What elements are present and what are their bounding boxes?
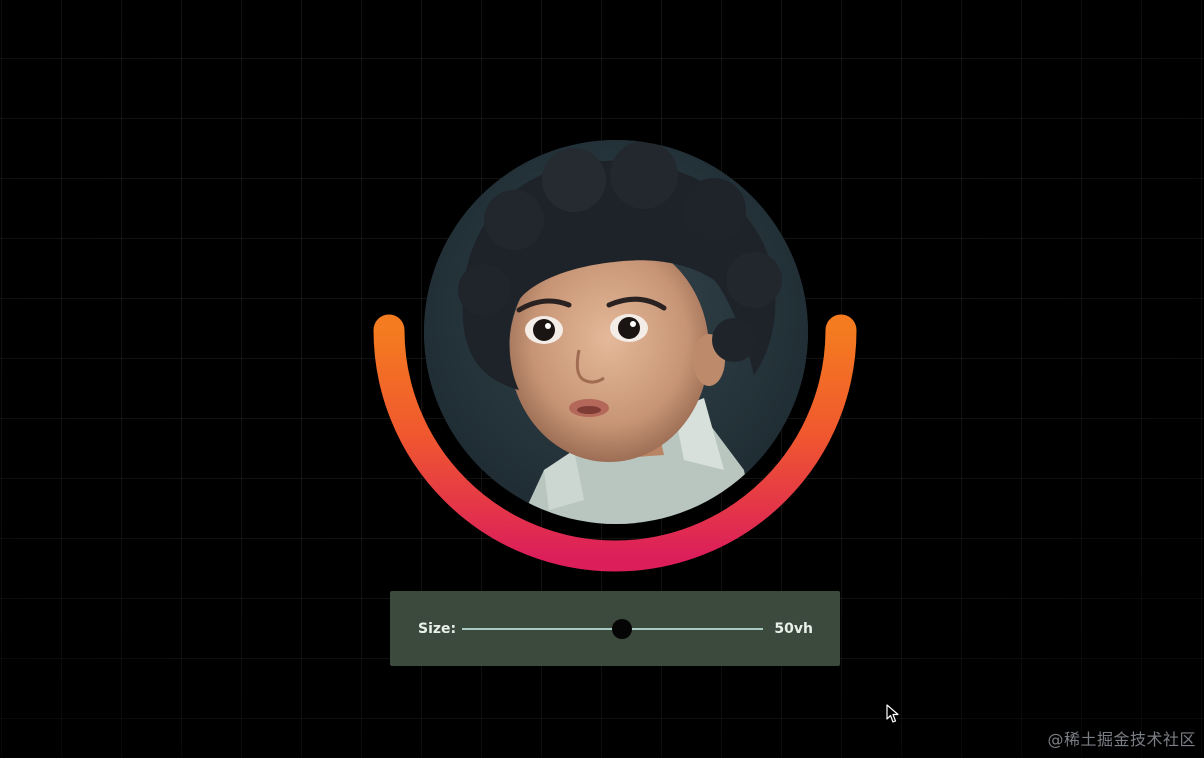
size-value: 50vh	[774, 620, 813, 637]
avatar-card	[373, 140, 857, 574]
page-canvas: Size: 50vh @稀土掘金技术社区	[0, 0, 1204, 758]
size-slider[interactable]	[462, 618, 763, 639]
size-slider-thumb[interactable]	[611, 618, 632, 639]
size-control-panel: Size: 50vh	[390, 591, 840, 666]
mouse-pointer-icon	[886, 704, 899, 723]
size-label: Size:	[418, 620, 457, 637]
avatar-photo	[424, 140, 808, 524]
watermark-text: @稀土掘金技术社区	[1047, 730, 1196, 749]
child-portrait-image	[424, 140, 808, 524]
